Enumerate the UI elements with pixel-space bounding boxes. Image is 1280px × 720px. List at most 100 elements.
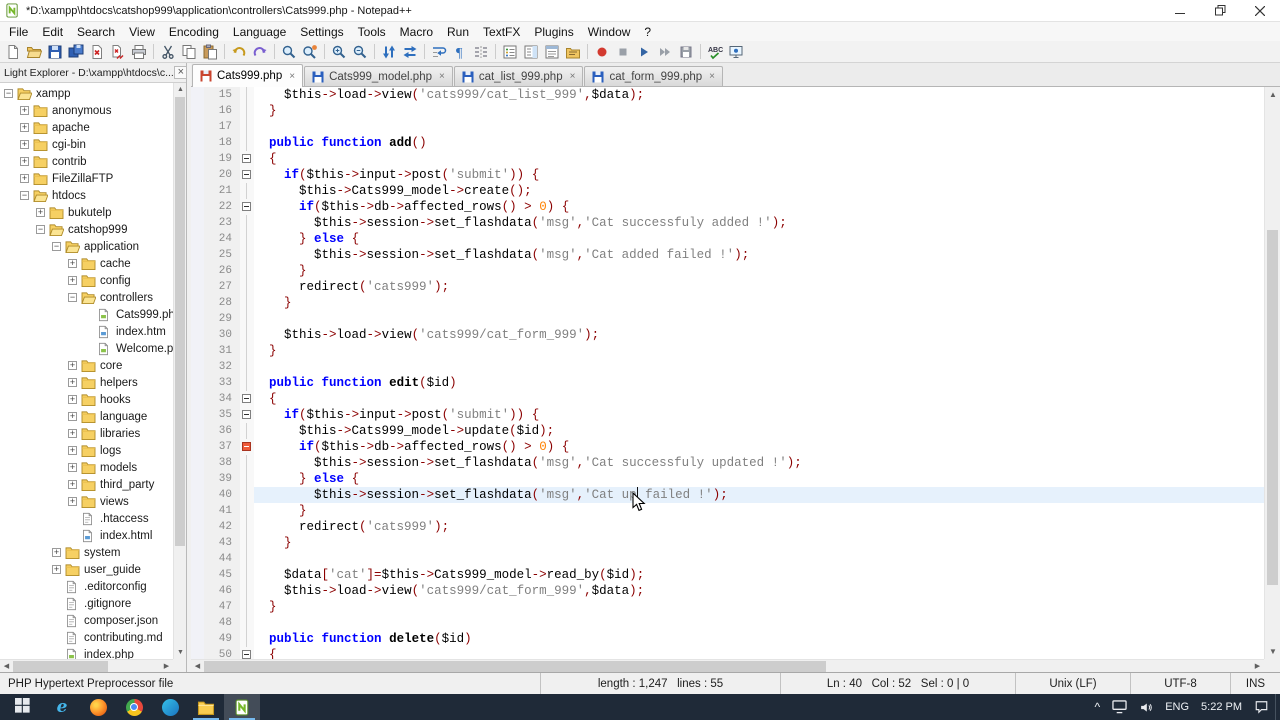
save-all-button[interactable] — [66, 42, 86, 62]
code-line-20[interactable]: 20 if($this->input->post('submit')) { — [191, 167, 1264, 183]
tree-item-helpers[interactable]: + helpers — [0, 374, 173, 391]
bookmark-margin[interactable] — [191, 471, 204, 487]
tree-item-user-guide[interactable]: + user_guide — [0, 561, 173, 578]
bookmark-margin[interactable] — [191, 391, 204, 407]
expand-icon[interactable]: + — [20, 174, 29, 183]
tree-item-application[interactable]: − application — [0, 238, 173, 255]
bookmark-margin[interactable] — [191, 455, 204, 471]
bookmark-margin[interactable] — [191, 311, 204, 327]
code-line-18[interactable]: 18 public function add() — [191, 135, 1264, 151]
tab-cat-list-999-php[interactable]: cat_list_999.php × — [453, 66, 584, 86]
bookmark-margin[interactable] — [191, 375, 204, 391]
code-line-37[interactable]: 37 if($this->db->affected_rows() > 0) { — [191, 439, 1264, 455]
expand-icon[interactable]: + — [68, 463, 77, 472]
fold-margin[interactable] — [240, 279, 254, 295]
monitoring-button[interactable] — [726, 42, 746, 62]
fold-margin[interactable] — [240, 503, 254, 519]
chrome-taskbar-button[interactable] — [116, 694, 152, 720]
tree-item-cache[interactable]: + cache — [0, 255, 173, 272]
fold-margin[interactable] — [240, 407, 254, 423]
undo-button[interactable] — [229, 42, 249, 62]
bookmark-margin[interactable] — [191, 135, 204, 151]
scroll-down-icon[interactable]: ▼ — [1265, 644, 1280, 659]
fold-margin[interactable] — [240, 455, 254, 471]
new-file-button[interactable] — [3, 42, 23, 62]
folder-as-workspace-button[interactable] — [563, 42, 583, 62]
document-map-button[interactable] — [521, 42, 541, 62]
fold-margin[interactable] — [240, 311, 254, 327]
code-line-29[interactable]: 29 — [191, 311, 1264, 327]
bookmark-margin[interactable] — [191, 231, 204, 247]
fold-margin[interactable] — [240, 599, 254, 615]
tree-item-contributing-md[interactable]: contributing.md — [0, 629, 173, 646]
fold-margin[interactable] — [240, 375, 254, 391]
code-line-36[interactable]: 36 $this->Cats999_model->update($id); — [191, 423, 1264, 439]
fold-margin[interactable] — [240, 423, 254, 439]
expand-icon[interactable]: + — [68, 480, 77, 489]
sync-vertical-button[interactable] — [379, 42, 399, 62]
tree-item-cgi-bin[interactable]: + cgi-bin — [0, 136, 173, 153]
copy-button[interactable] — [179, 42, 199, 62]
fold-collapse-icon[interactable] — [242, 410, 251, 419]
menu-item-search[interactable]: Search — [70, 22, 122, 41]
code-line-31[interactable]: 31 } — [191, 343, 1264, 359]
expand-icon[interactable]: + — [68, 429, 77, 438]
fold-margin[interactable] — [240, 343, 254, 359]
bookmark-margin[interactable] — [191, 631, 204, 647]
menu-item-textfx[interactable]: TextFX — [476, 22, 527, 41]
fold-margin[interactable] — [240, 567, 254, 583]
sidebar-horizontal-scrollbar[interactable]: ◀ ▶ — [0, 659, 173, 672]
tree-item-index-html[interactable]: index.html — [0, 527, 173, 544]
code-line-39[interactable]: 39 } else { — [191, 471, 1264, 487]
code-line-16[interactable]: 16 } — [191, 103, 1264, 119]
bookmark-margin[interactable] — [191, 327, 204, 343]
record-macro-button[interactable] — [592, 42, 612, 62]
tab-close-icon[interactable]: × — [709, 71, 715, 82]
code-line-43[interactable]: 43 } — [191, 535, 1264, 551]
fold-margin[interactable] — [240, 519, 254, 535]
file-explorer-taskbar-button[interactable] — [188, 694, 224, 720]
fold-collapse-icon[interactable] — [242, 154, 251, 163]
tree-item-welcome-p[interactable]: Welcome.p — [0, 340, 173, 357]
taskbar-clock[interactable]: 5:22 PM — [1195, 694, 1248, 720]
code-line-49[interactable]: 49 public function delete($id) — [191, 631, 1264, 647]
status-encoding[interactable]: UTF-8 — [1130, 673, 1230, 694]
bookmark-margin[interactable] — [191, 519, 204, 535]
code-line-24[interactable]: 24 } else { — [191, 231, 1264, 247]
indent-guides-button[interactable] — [471, 42, 491, 62]
fold-margin[interactable] — [240, 647, 254, 659]
zoom-out-button[interactable] — [350, 42, 370, 62]
code-line-27[interactable]: 27 redirect('cats999'); — [191, 279, 1264, 295]
menu-item-language[interactable]: Language — [226, 22, 293, 41]
show-desktop-button[interactable] — [1275, 694, 1280, 720]
edge-taskbar-button[interactable] — [152, 694, 188, 720]
bookmark-margin[interactable] — [191, 615, 204, 631]
paste-button[interactable] — [200, 42, 220, 62]
show-all-chars-button[interactable]: ¶ — [450, 42, 470, 62]
expand-icon[interactable]: + — [68, 361, 77, 370]
scrollbar-thumb[interactable] — [13, 660, 109, 672]
expand-icon[interactable]: + — [68, 412, 77, 421]
tree-item-libraries[interactable]: + libraries — [0, 425, 173, 442]
scroll-up-icon[interactable]: ▲ — [1265, 87, 1280, 102]
scrollbar-thumb[interactable] — [204, 660, 827, 672]
tab-close-icon[interactable]: × — [439, 71, 445, 82]
tree-item-apache[interactable]: + apache — [0, 119, 173, 136]
tree-item-index-htm[interactable]: index.htm — [0, 323, 173, 340]
bookmark-margin[interactable] — [191, 487, 204, 503]
expand-icon[interactable]: + — [68, 378, 77, 387]
bookmark-margin[interactable] — [191, 503, 204, 519]
bookmark-margin[interactable] — [191, 535, 204, 551]
code-line-42[interactable]: 42 redirect('cats999'); — [191, 519, 1264, 535]
expand-icon[interactable]: + — [68, 395, 77, 404]
bookmark-margin[interactable] — [191, 407, 204, 423]
cut-button[interactable] — [158, 42, 178, 62]
fold-margin[interactable] — [240, 263, 254, 279]
bookmark-margin[interactable] — [191, 119, 204, 135]
expand-icon[interactable]: + — [52, 565, 61, 574]
sidebar-vertical-scrollbar[interactable]: ▲ ▼ — [173, 83, 186, 659]
code-line-21[interactable]: 21 $this->Cats999_model->create(); — [191, 183, 1264, 199]
scroll-right-icon[interactable]: ▶ — [160, 660, 173, 673]
bookmark-margin[interactable] — [191, 199, 204, 215]
menu-item-run[interactable]: Run — [440, 22, 476, 41]
